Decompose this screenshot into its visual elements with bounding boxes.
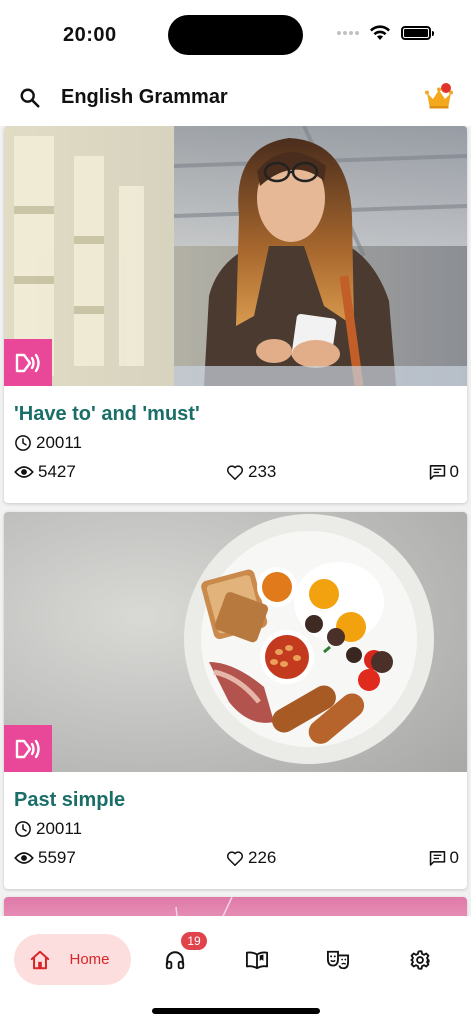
audio-badge bbox=[4, 339, 52, 386]
search-icon bbox=[20, 88, 40, 108]
open-book-icon bbox=[246, 951, 269, 969]
likes-count: 233 bbox=[248, 462, 277, 481]
search-button[interactable] bbox=[14, 82, 46, 114]
status-time: 20:00 bbox=[63, 24, 117, 46]
heart-icon bbox=[226, 850, 244, 866]
heart-icon bbox=[226, 464, 244, 480]
page-title: English Grammar bbox=[61, 86, 228, 108]
comment-icon bbox=[429, 465, 445, 480]
likes-stat[interactable]: 226 bbox=[226, 848, 276, 868]
clock-icon bbox=[15, 821, 31, 837]
lesson-feed[interactable]: 'Have to' and 'must' 20011 5427 233 0 Pa… bbox=[0, 126, 471, 916]
premium-button[interactable] bbox=[419, 78, 459, 118]
lesson-image-shopping-woman bbox=[4, 126, 467, 386]
lesson-card[interactable] bbox=[4, 897, 467, 916]
home-icon bbox=[31, 950, 50, 969]
theater-masks-icon bbox=[327, 950, 349, 969]
nav-listen[interactable]: 19 bbox=[151, 932, 207, 985]
status-bar: 20:00 bbox=[0, 0, 471, 70]
comments-count: 0 bbox=[449, 848, 459, 867]
audio-icon bbox=[15, 739, 40, 758]
views-count: 5427 bbox=[38, 462, 76, 481]
nav-home-label: Home bbox=[69, 951, 110, 968]
comments-stat[interactable]: 0 bbox=[429, 462, 459, 482]
nav-read[interactable] bbox=[233, 934, 281, 985]
views-stat: 5597 bbox=[14, 848, 76, 868]
views-stat: 5427 bbox=[14, 462, 76, 482]
listen-count-badge: 19 bbox=[181, 932, 207, 950]
lesson-image-pink bbox=[4, 897, 467, 916]
nav-home[interactable]: Home bbox=[14, 934, 131, 985]
lesson-time-value: 20011 bbox=[36, 819, 83, 838]
bottom-navigation: Home 19 bbox=[0, 916, 471, 1024]
lesson-title[interactable]: Past simple bbox=[14, 790, 457, 810]
lesson-card[interactable]: 'Have to' and 'must' 20011 5427 233 0 bbox=[4, 126, 467, 503]
headphones-icon bbox=[165, 950, 185, 969]
audio-badge bbox=[4, 725, 52, 772]
lesson-card[interactable]: Past simple 20011 5597 226 0 bbox=[4, 512, 467, 889]
notification-dot bbox=[441, 83, 451, 93]
lesson-card-body: 'Have to' and 'must' 20011 5427 233 0 bbox=[4, 386, 467, 503]
clock-icon bbox=[15, 435, 31, 451]
eye-icon bbox=[14, 466, 34, 478]
comments-stat[interactable]: 0 bbox=[429, 848, 459, 868]
cellular-signal-icon bbox=[337, 31, 359, 35]
home-indicator bbox=[152, 1008, 320, 1014]
lesson-stats: 5427 233 0 bbox=[14, 462, 459, 482]
lesson-time: 20011 bbox=[14, 433, 82, 453]
app-bar: English Grammar bbox=[0, 70, 471, 126]
status-icons bbox=[337, 25, 434, 41]
likes-count: 226 bbox=[248, 848, 277, 867]
lesson-stats: 5597 226 0 bbox=[14, 848, 459, 868]
eye-icon bbox=[14, 852, 34, 864]
lesson-image-breakfast-plate bbox=[4, 512, 467, 772]
battery-icon bbox=[401, 26, 434, 40]
comment-icon bbox=[429, 851, 445, 866]
views-count: 5597 bbox=[38, 848, 76, 867]
nav-settings[interactable] bbox=[396, 934, 444, 985]
dynamic-island bbox=[168, 15, 303, 55]
lesson-card-body: Past simple 20011 5597 226 0 bbox=[4, 772, 467, 889]
lesson-time-value: 20011 bbox=[36, 433, 83, 452]
lesson-time: 20011 bbox=[14, 819, 82, 839]
gear-icon bbox=[410, 949, 430, 970]
nav-theater[interactable] bbox=[314, 934, 362, 985]
lesson-title[interactable]: 'Have to' and 'must' bbox=[14, 404, 457, 424]
audio-icon bbox=[15, 353, 40, 372]
comments-count: 0 bbox=[449, 462, 459, 481]
wifi-icon bbox=[370, 25, 390, 40]
likes-stat[interactable]: 233 bbox=[226, 462, 276, 482]
